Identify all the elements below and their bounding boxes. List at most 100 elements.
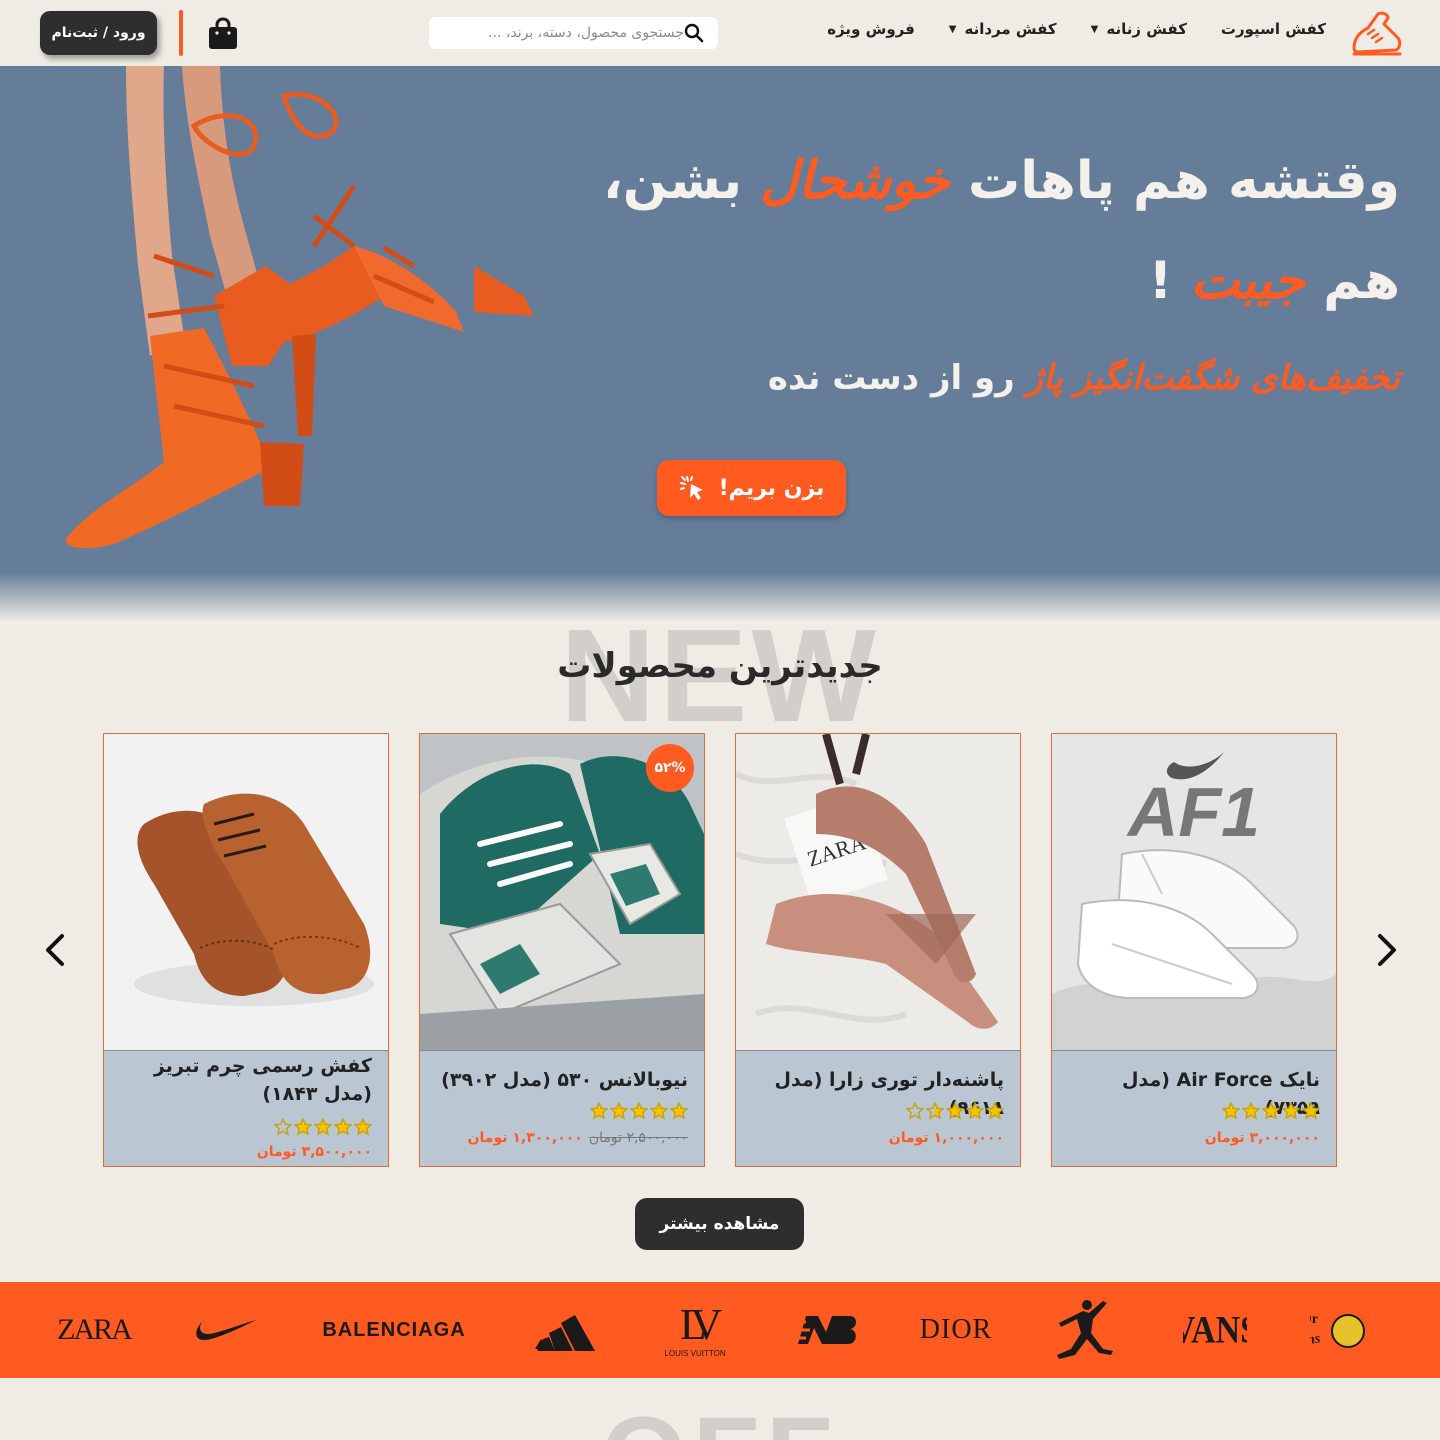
nav-label: فروش ویژه bbox=[827, 20, 915, 38]
brand-louis-vuitton-logo[interactable]: LV LOUIS VUITTON bbox=[660, 1282, 730, 1378]
brand-dr-martens-logo[interactable]: Dr. Martens bbox=[1308, 1282, 1380, 1378]
caret-down-icon: ▼ bbox=[1090, 23, 1099, 35]
star-filled-icon bbox=[986, 1102, 1004, 1120]
hero-accent-text: خوشحال bbox=[760, 151, 950, 211]
logo-lettering: LV bbox=[679, 1299, 722, 1349]
hero-headline-line1: وقتشه هم پاهات خوشحال بشن، bbox=[603, 148, 1400, 216]
star-filled-icon bbox=[966, 1102, 984, 1120]
product-card[interactable]: ZARA پاشنه‌دار توری زارا (مدل ۹۶۱۸) ۱,۰۰… bbox=[735, 733, 1021, 1167]
leather-oxford-image bbox=[104, 734, 388, 1050]
old-price: ۲,۵۰۰,۰۰۰ تومان bbox=[588, 1130, 688, 1146]
shoe-logo-icon[interactable] bbox=[1348, 8, 1402, 58]
price-row: ۱,۰۰۰,۰۰۰ تومان bbox=[889, 1130, 1004, 1146]
nav-special-sale[interactable]: فروش ویژه bbox=[827, 20, 915, 38]
nav-label: کفش زنانه bbox=[1106, 20, 1187, 38]
star-half-icon bbox=[926, 1102, 944, 1120]
nike-swoosh-icon bbox=[196, 1320, 256, 1340]
logo-lettering: LOUIS VUITTON bbox=[664, 1348, 726, 1358]
brand-zara-logo[interactable]: ZARA bbox=[56, 1282, 133, 1378]
brand-balenciaga-logo[interactable]: BALENCIAGA bbox=[316, 1282, 472, 1378]
shopping-bag-icon[interactable] bbox=[207, 16, 239, 50]
chevron-left-icon[interactable] bbox=[38, 930, 74, 970]
star-filled-icon bbox=[630, 1102, 648, 1120]
zara-heels-image: ZARA bbox=[736, 734, 1020, 1050]
price-row: ۳,۵۰۰,۰۰۰ تومان bbox=[257, 1144, 372, 1160]
logo-lettering: DIOR bbox=[919, 1314, 993, 1345]
product-price: ۱,۳۰۰,۰۰۰ تومان bbox=[467, 1130, 583, 1146]
hero-subline: تخفیف‌های شگفت‌انگیز پاژ رو از دست نده bbox=[768, 356, 1400, 400]
jordan-jumpman-icon bbox=[1057, 1300, 1113, 1359]
nike-air-force-image: AF1 bbox=[1052, 734, 1336, 1050]
cta-label: بزن بریم! bbox=[718, 475, 825, 501]
star-empty-icon bbox=[274, 1118, 292, 1136]
rating-stars bbox=[274, 1118, 372, 1136]
search-input[interactable] bbox=[437, 25, 684, 41]
logo-lettering: VANS bbox=[1183, 1308, 1247, 1351]
product-price: ۱,۰۰۰,۰۰۰ تومان bbox=[888, 1130, 1004, 1146]
product-image bbox=[104, 734, 388, 1051]
star-filled-icon bbox=[1222, 1102, 1240, 1120]
star-filled-icon bbox=[670, 1102, 688, 1120]
logo-lettering: ZARA bbox=[57, 1313, 133, 1346]
product-card[interactable]: کفش رسمی چرم تبریز (مدل ۱۸۴۳) ۳,۵۰۰,۰۰۰ … bbox=[103, 733, 389, 1167]
chevron-right-icon[interactable] bbox=[1368, 930, 1404, 970]
adidas-icon bbox=[535, 1315, 595, 1351]
product-title[interactable]: کفش رسمی چرم تبریز (مدل ۱۸۴۳) bbox=[104, 1051, 388, 1108]
main-nav: کفش اسپورت کفش زنانه ▼ کفش مردانه ▼ فروش… bbox=[827, 20, 1326, 38]
rating-stars bbox=[590, 1102, 688, 1120]
hero-text: هم bbox=[1305, 251, 1400, 311]
header-divider bbox=[179, 10, 183, 56]
nav-label: کفش اسپورت bbox=[1220, 20, 1326, 38]
rating-stars bbox=[1222, 1102, 1320, 1120]
product-image: ۵۲% bbox=[420, 734, 704, 1051]
star-filled-icon bbox=[354, 1118, 372, 1136]
star-filled-icon bbox=[610, 1102, 628, 1120]
nav-label: کفش مردانه bbox=[964, 20, 1057, 38]
cursor-click-icon bbox=[679, 476, 703, 500]
product-card[interactable]: ۵۲% نیوبالانس ۵۳۰ (مدل ۳۹۰۲) ۲,۵۰۰,۰۰۰ ت… bbox=[419, 733, 705, 1167]
product-card[interactable]: AF1 نایک Air Force (مدل ۷۳۵۹) ۳,۰۰۰,۰۰۰ … bbox=[1051, 733, 1337, 1167]
star-empty-icon bbox=[906, 1102, 924, 1120]
brand-adidas-logo[interactable] bbox=[528, 1282, 604, 1378]
product-image: ZARA bbox=[736, 734, 1020, 1051]
brand-vans-logo[interactable]: VANS bbox=[1180, 1282, 1250, 1378]
price-row: ۲,۵۰۰,۰۰۰ تومان ۱,۳۰۰,۰۰۰ تومان bbox=[468, 1130, 688, 1146]
price-row: ۳,۰۰۰,۰۰۰ تومان bbox=[1205, 1130, 1320, 1146]
star-filled-icon bbox=[650, 1102, 668, 1120]
search-box bbox=[429, 17, 718, 49]
hero-text: وقتشه هم پاهات bbox=[949, 151, 1400, 211]
dr-martens-icon: Dr. Martens bbox=[1310, 1312, 1365, 1353]
logo-lettering: Dr. bbox=[1310, 1312, 1318, 1327]
star-filled-icon bbox=[334, 1118, 352, 1136]
star-filled-icon bbox=[1282, 1102, 1300, 1120]
star-filled-icon bbox=[294, 1118, 312, 1136]
hero-banner: وقتشه هم پاهات خوشحال بشن، هم جیبت ! تخف… bbox=[0, 66, 1440, 622]
star-filled-icon bbox=[1302, 1102, 1320, 1120]
star-filled-icon bbox=[590, 1102, 608, 1120]
section-title: جدیدترین محصولات bbox=[557, 646, 883, 686]
product-price: ۳,۵۰۰,۰۰۰ تومان bbox=[256, 1144, 372, 1160]
hero-text: رو از دست نده bbox=[767, 358, 1027, 398]
view-more-button[interactable]: مشاهده بیشتر bbox=[635, 1198, 804, 1250]
cta-button[interactable]: بزن بریم! bbox=[657, 460, 846, 516]
discount-badge: ۵۲% bbox=[646, 744, 694, 792]
nav-sport-shoes[interactable]: کفش اسپورت bbox=[1221, 20, 1326, 38]
login-register-button[interactable]: ورود / ثبت‌نام bbox=[40, 11, 157, 55]
hero-accent-text: تخفیف‌های شگفت‌انگیز پاژ bbox=[1026, 358, 1400, 398]
brand-jordan-logo[interactable] bbox=[1048, 1282, 1120, 1378]
brand-dior-logo[interactable]: DIOR bbox=[914, 1282, 998, 1378]
hero-text: ! bbox=[1148, 251, 1191, 311]
search-icon[interactable] bbox=[684, 23, 704, 43]
brand-new-balance-logo[interactable] bbox=[790, 1282, 860, 1378]
site-header: کفش اسپورت کفش زنانه ▼ کفش مردانه ▼ فروش… bbox=[0, 0, 1440, 66]
brand-nike-logo[interactable] bbox=[188, 1282, 262, 1378]
star-filled-icon bbox=[1242, 1102, 1260, 1120]
nav-men-shoes[interactable]: کفش مردانه ▼ bbox=[949, 20, 1057, 38]
nav-women-shoes[interactable]: کفش زنانه ▼ bbox=[1091, 20, 1187, 38]
af1-print: AF1 bbox=[1126, 773, 1260, 851]
product-title[interactable]: نیوبالانس ۵۳۰ (مدل ۳۹۰۲) bbox=[420, 1051, 704, 1095]
product-image: AF1 bbox=[1052, 734, 1336, 1051]
rating-stars bbox=[906, 1102, 1004, 1120]
vans-icon: VANS bbox=[1183, 1308, 1247, 1351]
brands-strip: Dr. Martens VANS DIOR LV LOUIS VUITTON bbox=[0, 1282, 1440, 1378]
